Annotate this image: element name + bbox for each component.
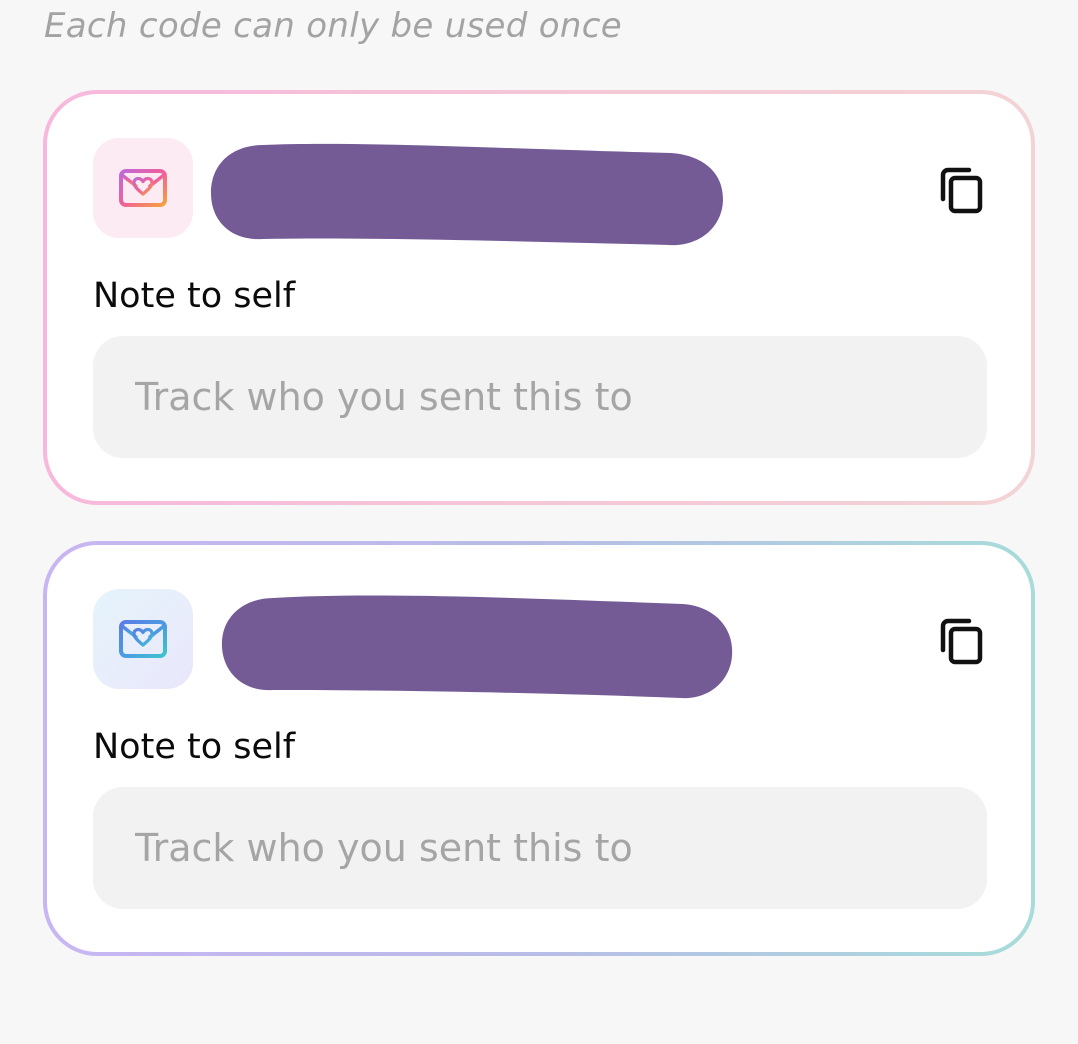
copy-code-button[interactable] [935,613,987,669]
copy-icon [940,167,983,214]
copy-code-button[interactable] [935,162,987,218]
copy-icon [940,618,983,665]
redacted-code [221,595,733,699]
single-use-hint: Each code can only be used once [44,6,622,46]
redacted-code [211,143,723,246]
note-to-self-label: Note to self [93,276,296,316]
note-to-self-label: Note to self [93,727,296,767]
note-to-self-input[interactable] [93,336,987,458]
note-to-self-input[interactable] [93,787,987,909]
envelope-heart-icon [93,138,193,238]
invite-code-card-2: Note to self [43,541,1035,956]
envelope-heart-icon [93,589,193,689]
invite-code-card-1: Note to self [43,90,1035,505]
